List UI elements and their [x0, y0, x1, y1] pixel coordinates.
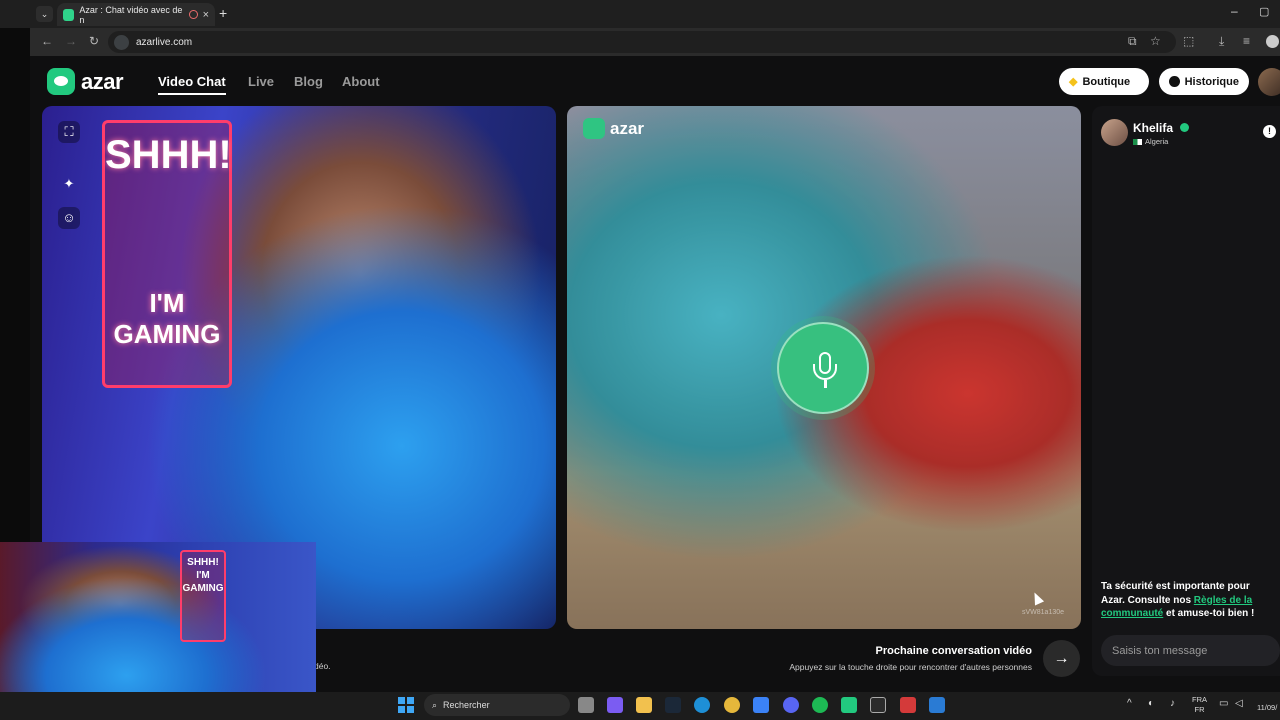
taskbar-search-label: Rechercher — [443, 700, 490, 710]
azar-favicon-icon — [63, 8, 75, 21]
report-icon[interactable]: ! — [1263, 125, 1276, 138]
message-input[interactable] — [1101, 635, 1280, 666]
sign-line-3: GAMING — [113, 319, 221, 349]
azar-app-icon[interactable] — [841, 697, 857, 713]
reload-icon[interactable]: ↻ — [89, 34, 99, 48]
video-watermark: sVW81a130e — [1022, 609, 1065, 616]
algeria-flag-icon — [1133, 138, 1142, 145]
microphone-button[interactable] — [777, 322, 869, 414]
copilot-icon[interactable] — [607, 697, 623, 713]
boutique-button[interactable]: ◆ Boutique — [1059, 68, 1149, 95]
spotify-icon[interactable] — [812, 697, 828, 713]
mask-face-icon[interactable]: ☺ — [58, 207, 80, 229]
effects-sparkle-icon[interactable]: ✦ — [58, 173, 80, 195]
next-conversation-title: Prochaine conversation vidéo — [875, 645, 1033, 657]
profile-icon[interactable] — [1266, 35, 1279, 48]
app-red-icon[interactable] — [900, 697, 916, 713]
azar-logo-icon — [47, 68, 75, 95]
input-language[interactable]: FRA FR — [1192, 695, 1207, 715]
windows-start-icon[interactable] — [398, 697, 414, 713]
url-text: azarlive.com — [136, 36, 193, 48]
sign-line-2: I'M — [149, 288, 185, 318]
historique-label: Historique — [1184, 75, 1239, 88]
azar-logo-icon — [583, 118, 605, 139]
browser-tab[interactable]: Azar : Chat vidéo avec de n × — [57, 3, 215, 26]
discord-icon[interactable] — [783, 697, 799, 713]
steam-tray-icon[interactable]: ◐ — [1148, 698, 1154, 709]
sign-line-1: SHHH! — [105, 133, 232, 177]
tab-title: Azar : Chat vidéo avec de n — [79, 4, 183, 25]
safety-notice: Ta sécurité est importante pour Azar. Co… — [1101, 580, 1276, 621]
azar-logo[interactable]: azar — [47, 68, 124, 95]
logo-text: azar — [81, 68, 124, 94]
volume-icon[interactable]: ◁ — [1235, 698, 1243, 709]
nav-about[interactable]: About — [342, 74, 380, 89]
clock-date[interactable]: 11/09/ — [1257, 703, 1277, 712]
historique-button[interactable]: Historique — [1159, 68, 1249, 95]
gem-icon: ◆ — [1069, 76, 1078, 88]
task-view-icon[interactable] — [578, 697, 594, 713]
verified-badge-icon — [1180, 123, 1189, 132]
recording-indicator-icon — [188, 10, 198, 19]
close-tab-icon[interactable]: × — [203, 9, 209, 21]
lang-bottom: FR — [1194, 705, 1205, 714]
site-info-icon[interactable] — [114, 34, 129, 50]
boutique-label: Boutique — [1082, 75, 1131, 88]
microphone-icon-stem — [824, 380, 827, 388]
remote-video-feed: azar sVW81a130e — [567, 106, 1081, 629]
remote-logo-text: azar — [610, 118, 645, 138]
new-tab-button[interactable]: + — [219, 5, 227, 21]
app-g-icon[interactable] — [870, 697, 886, 713]
app-blue-icon[interactable] — [929, 697, 945, 713]
next-conversation-button[interactable]: → — [1043, 640, 1080, 677]
nav-blog[interactable]: Blog — [294, 74, 323, 89]
maximize-window-button[interactable]: ▢ — [1259, 5, 1269, 18]
forward-arrow-icon[interactable]: → — [65, 34, 77, 48]
network-icon[interactable]: ▭ — [1219, 698, 1228, 709]
search-icon: ⌕ — [432, 699, 438, 710]
microphone-icon-arc — [813, 364, 837, 380]
minimize-window-button[interactable]: – — [1231, 4, 1238, 18]
pip-neon-sign: SHHH! I'M GAMING — [180, 550, 226, 642]
show-hidden-icons[interactable]: ^ — [1127, 698, 1132, 709]
lang-top: FRA — [1192, 695, 1207, 704]
taskbar-search[interactable]: ⌕ Rechercher — [424, 694, 570, 716]
user-avatar[interactable] — [1258, 68, 1280, 96]
extensions-icon[interactable]: ⬚ — [1183, 34, 1194, 48]
remote-azar-logo: azar — [583, 118, 644, 139]
partial-caption: déo. — [314, 661, 331, 671]
clock-icon — [1169, 76, 1180, 87]
partner-name: Khelifa — [1133, 121, 1174, 135]
install-app-icon[interactable]: ⧉ — [1128, 34, 1137, 49]
tab-search-button[interactable]: ⌄ — [36, 6, 53, 22]
next-conversation-hint: Appuyez sur la touche droite pour rencon… — [789, 662, 1032, 672]
neon-sign: SHHH! I'M GAMING — [102, 120, 232, 388]
back-arrow-icon[interactable]: ← — [41, 34, 53, 48]
partner-country: Algeria — [1133, 137, 1168, 146]
chrome-icon[interactable] — [724, 697, 740, 713]
todo-icon[interactable] — [753, 697, 769, 713]
nav-live[interactable]: Live — [248, 74, 274, 89]
partner-avatar[interactable] — [1101, 119, 1128, 146]
mic-tray-icon[interactable]: ♪ — [1170, 698, 1175, 709]
fullscreen-icon[interactable]: ⛶ — [58, 121, 80, 143]
country-name: Algeria — [1145, 137, 1169, 146]
reading-list-icon[interactable]: ≡ — [1243, 34, 1250, 48]
downloads-icon[interactable]: ⤓ — [1219, 34, 1224, 49]
bookmark-star-icon[interactable]: ☆ — [1150, 34, 1161, 48]
file-explorer-icon[interactable] — [636, 697, 652, 713]
nav-video-chat[interactable]: Video Chat — [158, 74, 226, 95]
safety-text-suffix: et amuse-toi bien ! — [1163, 608, 1255, 619]
edge-icon[interactable] — [694, 697, 710, 713]
address-bar[interactable]: azarlive.com — [108, 31, 1176, 53]
steam-icon[interactable] — [665, 697, 681, 713]
